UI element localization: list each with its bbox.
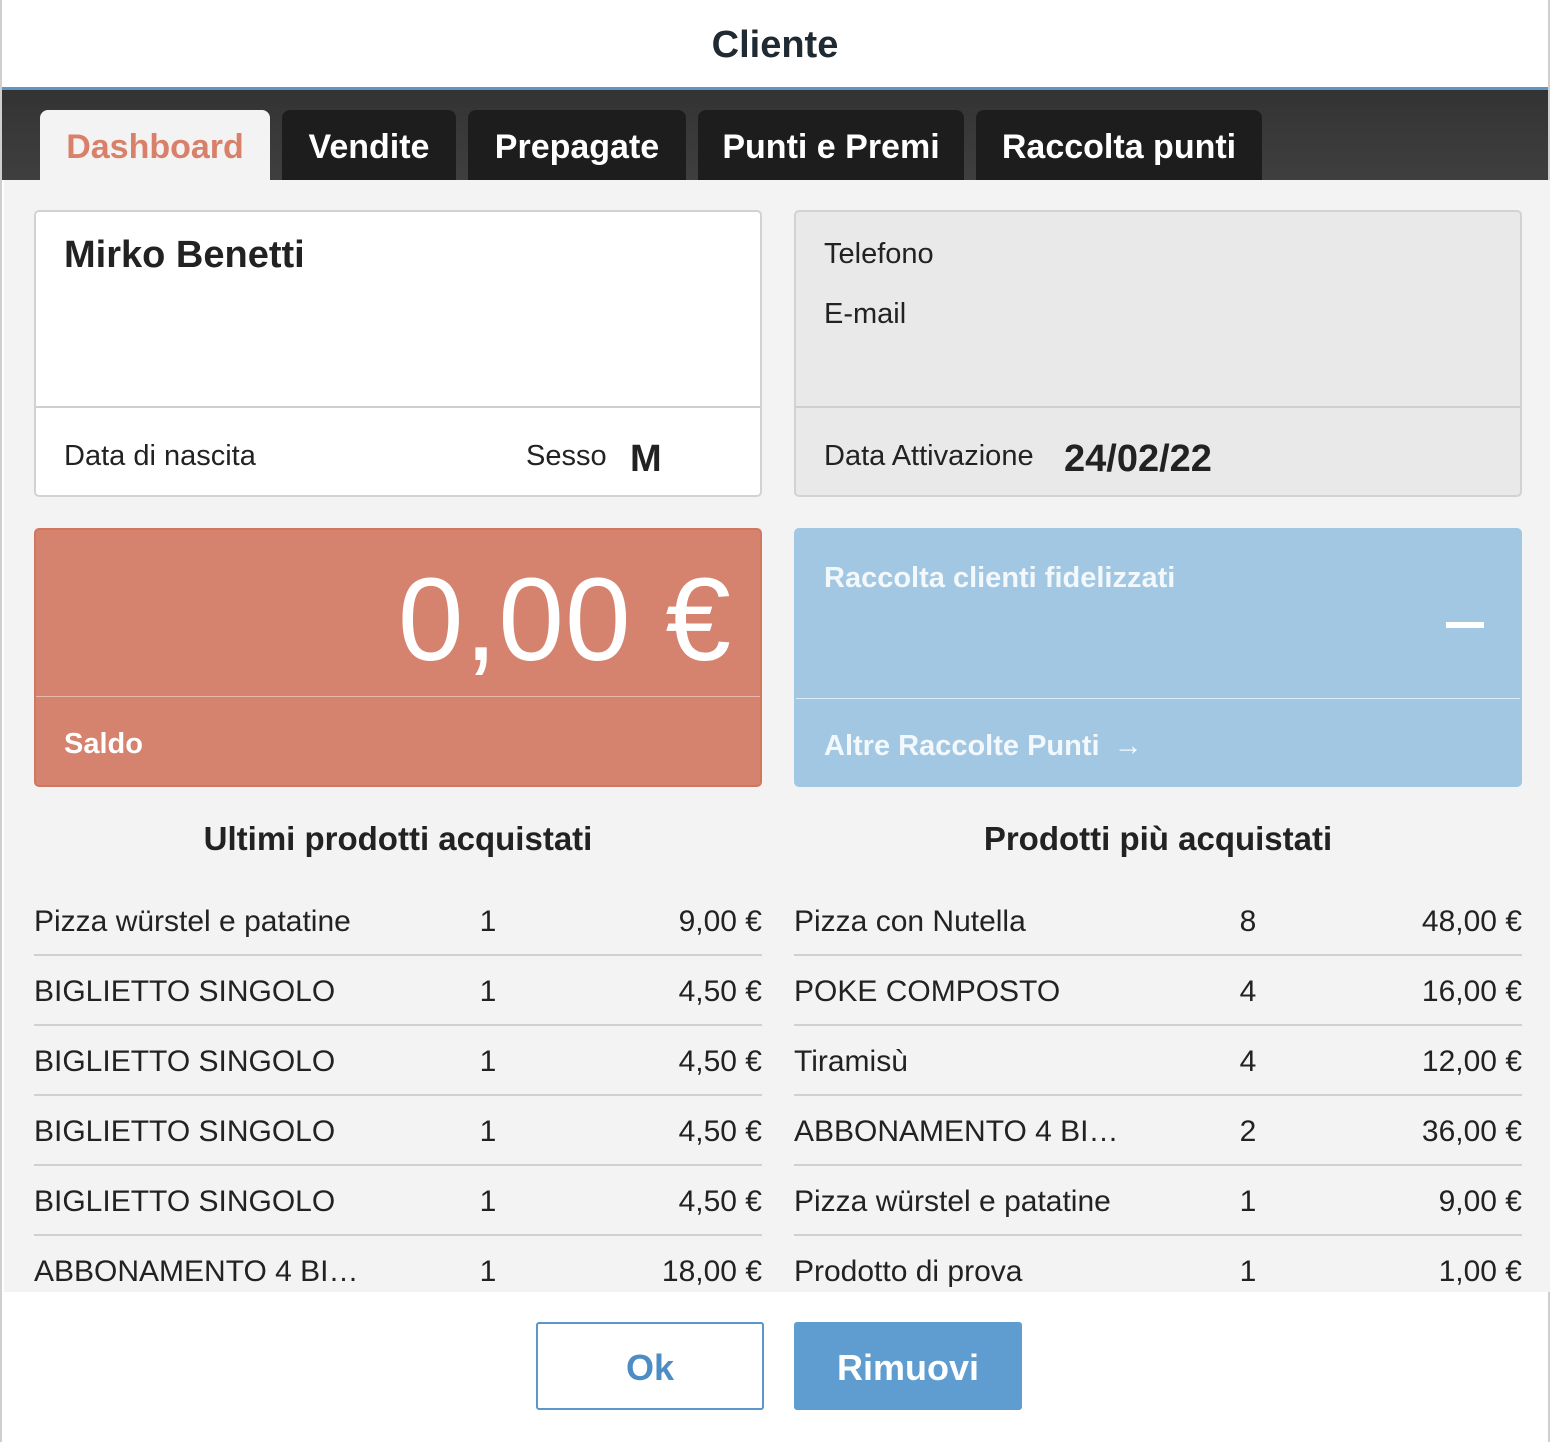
product-qty: 1 [479, 1045, 497, 1078]
customer-name: Mirko Benetti [64, 234, 305, 276]
gender-label: Sesso [526, 440, 607, 472]
card-divider [796, 406, 1520, 408]
arrow-right-icon: → [1113, 730, 1143, 762]
balance-card: 0,00 € Saldo [34, 528, 762, 787]
tab-punti-e-premi[interactable]: Punti e Premi [698, 110, 964, 180]
list-item[interactable]: Pizza würstel e patatine 1 9,00 € [34, 886, 762, 956]
product-qty: 4 [1239, 1045, 1257, 1078]
list-item[interactable]: ABBONAMENTO 4 BI… 1 18,00 € [34, 1236, 762, 1292]
list-item[interactable]: Prodotto di prova 1 1,00 € [794, 1236, 1522, 1292]
dialog-titlebar: Cliente [2, 0, 1548, 90]
loyalty-card: Raccolta clienti fidelizzati Altre Racco… [794, 528, 1522, 787]
product-qty: 2 [1239, 1115, 1257, 1148]
ok-button[interactable]: Ok [536, 1322, 764, 1410]
list-item[interactable]: BIGLIETTO SINGOLO 1 4,50 € [34, 1166, 762, 1236]
list-item[interactable]: BIGLIETTO SINGOLO 1 4,50 € [34, 1096, 762, 1166]
product-price: 48,00 € [1421, 905, 1522, 938]
dashboard-content: Mirko Benetti Data di nascita Sesso M Te… [4, 180, 1550, 1292]
list-item[interactable]: ABBONAMENTO 4 BI… 2 36,00 € [794, 1096, 1522, 1166]
product-price: 9,00 € [678, 905, 762, 938]
product-name: Pizza con Nutella [794, 905, 1026, 938]
customer-info-card: Mirko Benetti Data di nascita Sesso M [34, 210, 762, 497]
product-qty: 4 [1239, 975, 1257, 1008]
balance-label: Saldo [64, 728, 143, 760]
product-qty: 1 [479, 1255, 497, 1288]
tab-dashboard[interactable]: Dashboard [40, 110, 270, 180]
product-price: 4,50 € [678, 975, 762, 1008]
product-qty: 1 [479, 1185, 497, 1218]
list-item[interactable]: Tiramisù 4 12,00 € [794, 1026, 1522, 1096]
recent-products-list: Pizza würstel e patatine 1 9,00 € BIGLIETT… [34, 886, 762, 1292]
product-qty: 1 [479, 1115, 497, 1148]
recent-products-title: Ultimi prodotti acquistati [203, 820, 593, 857]
tab-prepagate[interactable]: Prepagate [468, 110, 686, 180]
remove-button[interactable]: Rimuovi [794, 1322, 1022, 1410]
list-item[interactable]: POKE COMPOSTO 4 16,00 € [794, 956, 1522, 1026]
product-price: 1,00 € [1438, 1255, 1522, 1288]
product-price: 12,00 € [1421, 1045, 1522, 1078]
tab-vendite[interactable]: Vendite [282, 110, 456, 180]
activation-date: 24/02/22 [1064, 438, 1212, 480]
contact-card: Telefono E-mail Data Attivazione 24/02/2… [794, 210, 1522, 497]
product-name: BIGLIETTO SINGOLO [34, 1045, 336, 1078]
product-name: Pizza würstel e patatine [794, 1185, 1111, 1218]
product-qty: 1 [1239, 1255, 1257, 1288]
phone-label: Telefono [824, 238, 934, 270]
dialog-title: Cliente [711, 24, 839, 66]
product-qty: 1 [1239, 1185, 1257, 1218]
product-price: 4,50 € [678, 1115, 762, 1148]
balance-amount: 0,00 € [397, 554, 732, 686]
top-products-title: Prodotti più acquistati [983, 820, 1333, 857]
product-price: 18,00 € [661, 1255, 762, 1288]
gender-value: M [630, 438, 662, 480]
customer-dialog: Cliente Dashboard Vendite Prepagate Punt… [0, 0, 1550, 1442]
list-item[interactable]: BIGLIETTO SINGOLO 1 4,50 € [34, 956, 762, 1026]
product-name: POKE COMPOSTO [794, 975, 1061, 1008]
product-price: 4,50 € [678, 1045, 762, 1078]
product-price: 36,00 € [1421, 1115, 1522, 1148]
product-name: BIGLIETTO SINGOLO [34, 975, 336, 1008]
birth-date-label: Data di nascita [64, 440, 256, 472]
card-divider [36, 406, 760, 408]
product-price: 4,50 € [678, 1185, 762, 1218]
list-item[interactable]: Pizza würstel e patatine 1 9,00 € [794, 1166, 1522, 1236]
product-name: BIGLIETTO SINGOLO [34, 1115, 336, 1148]
dialog-footer: Ok Rimuovi [2, 1292, 1548, 1442]
tab-raccolta-punti[interactable]: Raccolta punti [976, 110, 1262, 180]
product-price: 16,00 € [1421, 975, 1522, 1008]
product-qty: 1 [479, 905, 497, 938]
other-point-collections-link[interactable]: Altre Raccolte Punti → [824, 730, 1143, 763]
loyalty-title: Raccolta clienti fidelizzati [824, 562, 1176, 594]
product-qty: 8 [1239, 905, 1257, 938]
loyalty-empty-dash [1446, 622, 1484, 628]
email-label: E-mail [824, 298, 907, 330]
product-price: 9,00 € [1438, 1185, 1522, 1218]
product-name: Pizza würstel e patatine [34, 905, 351, 938]
product-name: ABBONAMENTO 4 BI… [794, 1115, 1119, 1148]
card-divider [796, 698, 1520, 699]
other-point-collections-label: Altre Raccolte Punti [824, 730, 1100, 762]
activation-label: Data Attivazione [824, 440, 1034, 472]
product-name: ABBONAMENTO 4 BI… [34, 1255, 359, 1288]
product-name: BIGLIETTO SINGOLO [34, 1185, 336, 1218]
product-name: Tiramisù [794, 1045, 908, 1078]
list-item[interactable]: BIGLIETTO SINGOLO 1 4,50 € [34, 1026, 762, 1096]
top-products-list: Pizza con Nutella 8 48,00 € POKE COMPOSTO 4… [794, 886, 1522, 1292]
tab-bar: Dashboard Vendite Prepagate Punti e Prem… [2, 90, 1548, 180]
card-divider [36, 696, 760, 697]
product-qty: 1 [479, 975, 497, 1008]
product-name: Prodotto di prova [794, 1255, 1023, 1288]
list-item[interactable]: Pizza con Nutella 8 48,00 € [794, 886, 1522, 956]
